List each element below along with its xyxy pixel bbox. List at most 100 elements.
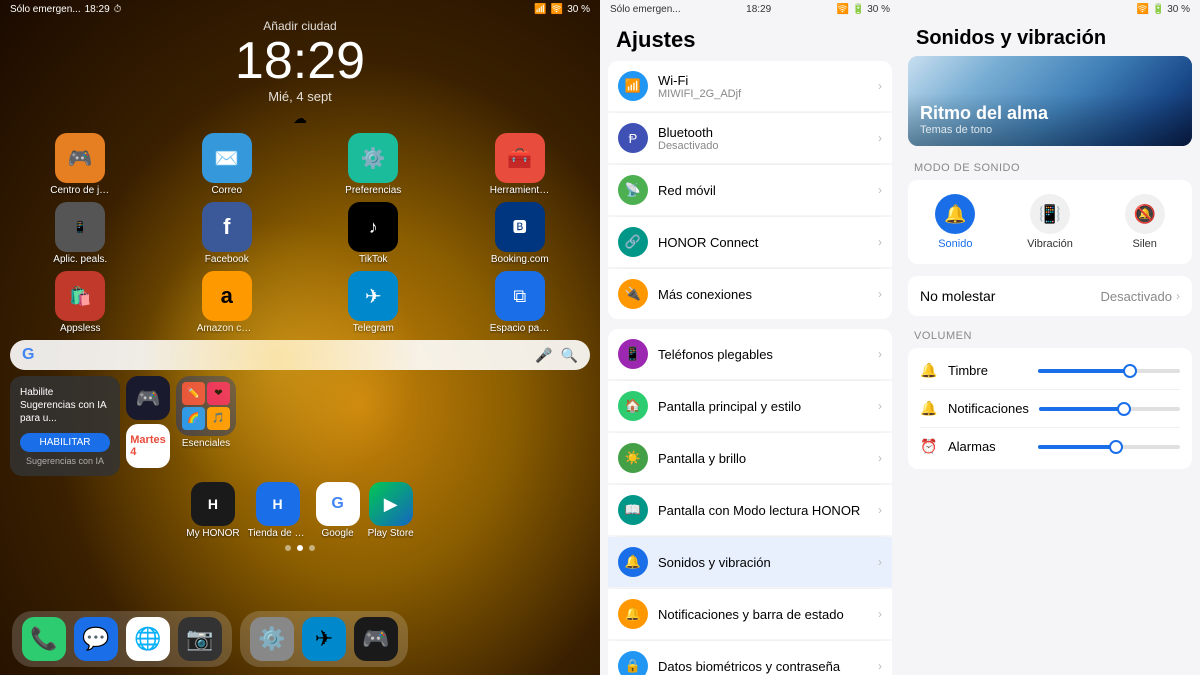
folder-mini-4: 🎵 [207,407,230,430]
mas-conexiones-item-text: Más conexiones [658,287,868,302]
volume-timbre: 🔔 Timbre [908,352,1192,389]
phone-home-screen: Sólo emergen... 18:29 ⏱ 📶 🛜 30 % Añadir … [0,0,600,675]
settings-item-datos-biometricos[interactable]: 🔒 Datos biométricos y contraseña › [608,641,892,675]
app-icon: 🛍️ [55,271,105,321]
settings-item-bluetooth[interactable]: Ᵽ Bluetooth Desactivado › [608,113,892,163]
app-correo[interactable]: ✉️ Correo [157,133,298,196]
app-icon: ✉️ [202,133,252,183]
dock-phone[interactable]: 📞 [22,617,66,661]
settings-wifi-icon: 🛜 [837,4,849,15]
sound-mode-sonido[interactable]: 🔔 Sonido [908,188,1003,256]
dock-camera[interactable]: 📷 [178,617,222,661]
settings-item-pantalla-lectura[interactable]: 📖 Pantalla con Modo lectura HONOR › [608,485,892,535]
sounds-status-right: 🛜 🔋 30 % [1137,4,1190,15]
wifi-icon: 🛜 [551,4,563,15]
app-google[interactable]: G Google [316,482,360,539]
app-appsless[interactable]: 🛍️ Appsless [10,271,151,334]
lens-icon[interactable]: 🔍 [561,347,578,364]
telefonos-icon-circle: 📱 [618,339,648,369]
notificaciones-slider[interactable] [1039,407,1180,411]
settings-item-sonidos[interactable]: 🔔 Sonidos y vibración › [608,537,892,587]
ia-suggestion-text: Habilite Sugerencias con IA para u... [20,386,110,425]
bottom-apps-row: H My HONOR H Tienda de aplicaciones G Go… [0,482,600,539]
app-label: Google [321,528,353,539]
middle-section: Habilite Sugerencias con IA para u... HA… [0,376,600,476]
app-calendar[interactable]: Martes4 [126,424,170,468]
vibracion-icon-circle: 📳 [1030,194,1070,234]
app-espacio[interactable]: ⧉ Espacio paralelo [450,271,591,334]
settings-item-red-movil[interactable]: 📡 Red móvil › [608,165,892,215]
dock-telegram[interactable]: ✈ [302,617,346,661]
settings-item-pantalla-principal[interactable]: 🏠 Pantalla principal y estilo › [608,381,892,431]
settings-item-telefonos[interactable]: 📱 Teléfonos plegables › [608,329,892,379]
city-label[interactable]: Añadir ciudad [0,19,600,33]
app-play-store[interactable]: ▶ Play Store [368,482,414,539]
app-tiktok[interactable]: ♪ TikTok [303,202,444,265]
datos-biometricos-chevron: › [878,659,882,673]
dock-messages[interactable]: 💬 [74,617,118,661]
mas-conexiones-icon: 🔌 [625,286,641,302]
ringtone-card[interactable]: Ritmo del alma Temas de tono [908,56,1192,146]
notificaciones-thumb[interactable] [1117,402,1131,416]
app-icon: 📱 [55,202,105,252]
ia-enable-button[interactable]: HABILITAR [20,433,110,452]
dock-settings[interactable]: ⚙️ [250,617,294,661]
sonido-label: Sonido [938,238,972,250]
app-preferencias[interactable]: ⚙️ Preferencias [303,133,444,196]
dock-group-2: ⚙️ ✈ 🎮 [240,611,408,667]
dock-chrome[interactable]: 🌐 [126,617,170,661]
pantalla-lectura-icon: 📖 [625,502,641,518]
red-movil-item-text: Red móvil [658,183,868,198]
volume-section-label: VOLUMEN [908,326,1192,348]
folder-grid: ✏️ ❤ 🌈 🎵 [176,376,236,436]
dot-1 [285,545,291,551]
app-booking[interactable]: 🅱 Booking.com [450,202,591,265]
microphone-icon[interactable]: 🎤 [535,347,552,364]
app-herramientas[interactable]: 🧰 Herramientas [450,133,591,196]
app-tienda[interactable]: H Tienda de aplicaciones [248,482,308,539]
settings-item-mas-conexiones[interactable]: 🔌 Más conexiones › [608,269,892,319]
app-icon: 🎮 [55,133,105,183]
settings-item-wifi[interactable]: 📶 Wi-Fi MIWIFI_2G_ADjf › [608,61,892,111]
alarmas-label: Alarmas [948,439,1028,454]
app-telegram[interactable]: ✈ Telegram [303,271,444,334]
dock-callofduty[interactable]: 🎮 [354,617,398,661]
sounds-panel: 🛜 🔋 30 % Sonidos y vibración Ritmo del a… [900,0,1200,675]
app-centro-juegos[interactable]: 🎮 Centro de juegos [10,133,151,196]
sound-mode-vibracion[interactable]: 📳 Vibración [1003,188,1098,256]
timbre-track [1038,369,1180,373]
app-facebook[interactable]: f Facebook [157,202,298,265]
app-aplic[interactable]: 📱 Aplic. peals. [10,202,151,265]
app-label: Correo [211,185,242,196]
bluetooth-icon-circle: Ᵽ [618,123,648,153]
app-label: TikTok [359,254,388,265]
settings-item-pantalla-brillo[interactable]: ☀️ Pantalla y brillo › [608,433,892,483]
volume-notificaciones: 🔔 Notificaciones [908,390,1192,427]
settings-item-notificaciones[interactable]: 🔔 Notificaciones y barra de estado › [608,589,892,639]
settings-item-honor-connect[interactable]: 🔗 HONOR Connect › [608,217,892,267]
notificaciones-chevron: › [878,607,882,621]
no-molestar-row[interactable]: No molestar Desactivado › [908,276,1192,316]
notificaciones-vol-label: Notificaciones [948,401,1029,416]
ringtone-subtitle: Temas de tono [920,124,1180,136]
notificaciones-label: Notificaciones y barra de estado [658,607,868,622]
app-my-honor[interactable]: H My HONOR [186,482,239,539]
alarmas-thumb[interactable] [1109,440,1123,454]
vibracion-label: Vibración [1027,238,1073,250]
search-bar[interactable]: G 🎤 🔍 [10,340,590,370]
battery-text: 30 % [567,4,590,15]
timbre-thumb[interactable] [1123,364,1137,378]
settings-status-bar: Sólo emergen... 18:29 🛜 🔋 30 % [600,0,900,19]
alarmas-slider[interactable] [1038,445,1180,449]
app-amazon[interactable]: a Amazon compras [157,271,298,334]
essentials-folder[interactable]: ✏️ ❤ 🌈 🎵 Esenciales [176,376,236,476]
sound-mode-silencio[interactable]: 🔕 Silen [1097,188,1192,256]
app-callofduty[interactable]: 🎮 [126,376,170,420]
dot-3 [309,545,315,551]
phone-status-bar: Sólo emergen... 18:29 ⏱ 📶 🛜 30 % [0,0,600,19]
honor-connect-item-text: HONOR Connect [658,235,868,250]
clock-date: Mié, 4 sept [0,89,600,104]
clock-display: 18:29 [0,35,600,87]
timbre-slider[interactable] [1038,369,1180,373]
app-label: Herramientas [490,185,550,196]
